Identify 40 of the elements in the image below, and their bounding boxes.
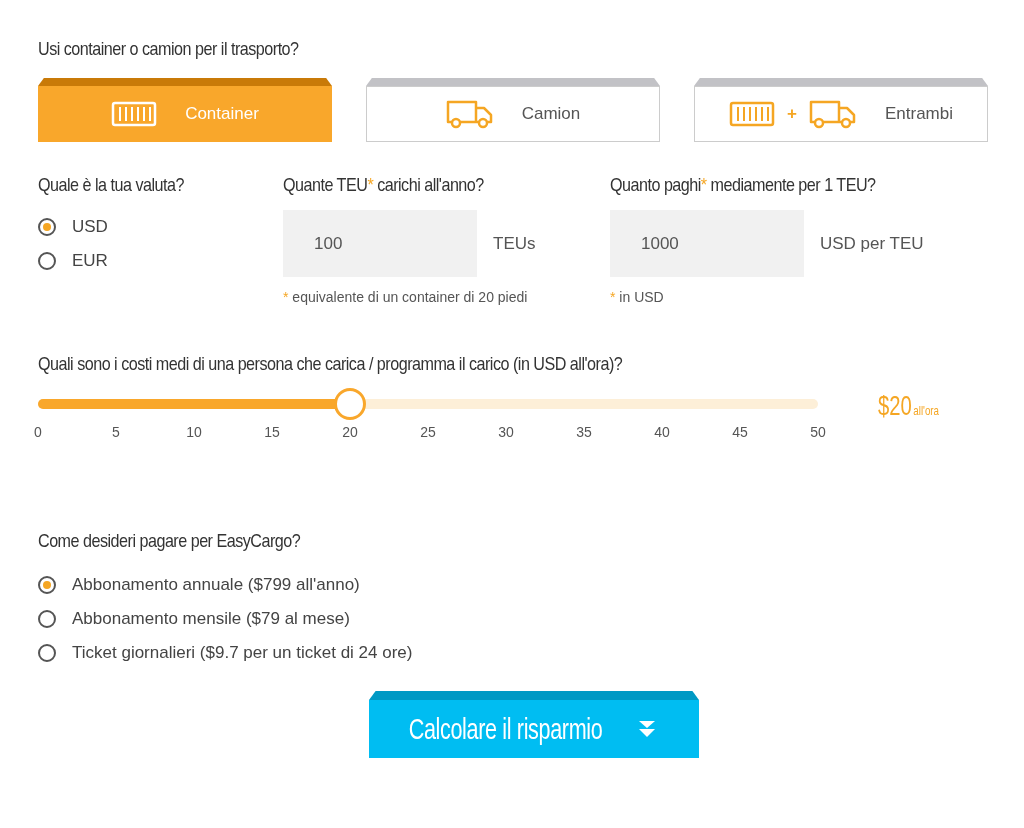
footnote: * in USD [610, 289, 664, 305]
payment-option[interactable]: Abbonamento annuale ($799 all'anno) [38, 568, 360, 602]
tick-label: 20 [341, 424, 359, 440]
tick-label: 25 [419, 424, 437, 440]
question-heading: Quanto paghi* mediamente per 1 TEU? [610, 173, 877, 197]
question-heading: Usi container o camion per il trasporto? [38, 37, 300, 61]
tick-label: 5 [111, 424, 121, 440]
tick-label: 15 [263, 424, 281, 440]
truck-icon [445, 99, 494, 129]
unit-label: USD per TEU [820, 233, 924, 254]
radio-button[interactable] [38, 252, 56, 270]
tick-label: 30 [497, 424, 515, 440]
container-icon [729, 101, 775, 127]
tick-label: 45 [731, 424, 749, 440]
tick-label: 50 [809, 424, 827, 440]
container-icon [111, 101, 158, 127]
radio-button[interactable] [38, 576, 56, 594]
slider-handle[interactable] [334, 388, 366, 420]
radio-button[interactable] [38, 610, 56, 628]
question-heading: Quale è la tua valuta? [38, 173, 185, 197]
input-field[interactable]: 1000 [610, 210, 804, 277]
tick-label: 35 [575, 424, 593, 440]
question-heading: Quante TEU* carichi all'anno? [283, 173, 485, 197]
radio-button[interactable] [38, 218, 56, 236]
currency-option[interactable]: EUR [38, 244, 108, 278]
currency-option[interactable]: USD [38, 210, 108, 244]
payment-option[interactable]: Abbonamento mensile ($79 al mese) [38, 602, 350, 636]
tick-label: 0 [33, 424, 43, 440]
input-field[interactable]: 100 [283, 210, 477, 277]
question-heading: Come desideri pagare per EasyCargo? [38, 529, 302, 553]
question-heading: Quali sono i costi medi di una persona che carica / programma il carico (in USD all'ora)? [38, 352, 624, 376]
payment-option[interactable]: Ticket giornalieri ($9.7 per un ticket di 24 ore) [38, 636, 413, 670]
truck-icon [808, 99, 857, 129]
tick-label: 40 [653, 424, 671, 440]
tick-label: 10 [185, 424, 203, 440]
slider-value: $20all'ora [878, 391, 939, 422]
unit-label: TEUs [493, 233, 536, 254]
footnote: * equivalente di un container di 20 piedi [283, 289, 528, 305]
plus-sign: + [787, 104, 797, 124]
radio-button[interactable] [38, 644, 56, 662]
